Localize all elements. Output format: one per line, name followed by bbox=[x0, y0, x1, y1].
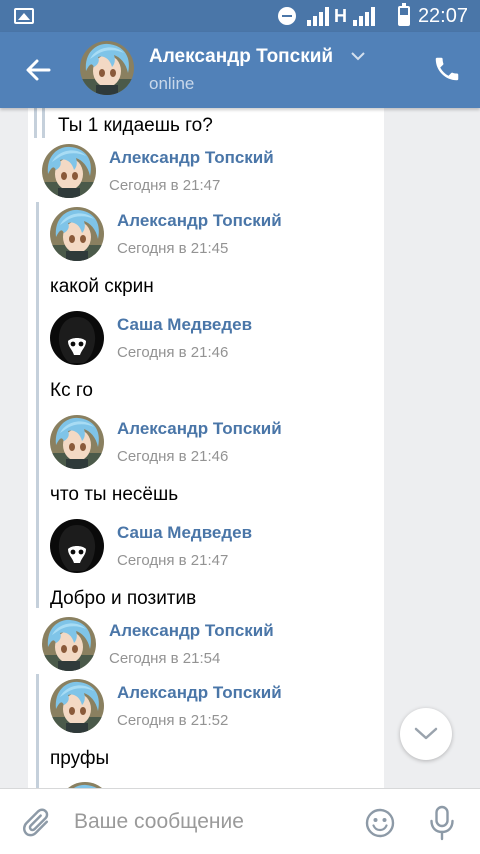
message-text: Добро и позитив bbox=[50, 588, 197, 609]
message-time: Сегодня в 21:46 bbox=[117, 344, 229, 361]
signal-secondary-icon bbox=[353, 7, 375, 26]
sender-name[interactable]: Александр Топский bbox=[117, 211, 282, 231]
status-bar: H 22:07 bbox=[0, 0, 480, 32]
message-time: Сегодня в 21:52 bbox=[117, 712, 229, 729]
network-type-label: H bbox=[334, 6, 347, 26]
battery-icon bbox=[398, 3, 410, 26]
message-time: Сегодня в 21:54 bbox=[109, 650, 221, 667]
microphone-icon[interactable] bbox=[428, 805, 456, 841]
sender-name[interactable]: Саша Медведев bbox=[117, 315, 252, 335]
sender-avatar[interactable] bbox=[50, 415, 104, 469]
status-clock: 22:07 bbox=[417, 5, 468, 27]
composer-bar bbox=[0, 788, 480, 854]
scroll-down-icon bbox=[414, 727, 438, 740]
sender-avatar[interactable] bbox=[50, 311, 104, 365]
quote-bar bbox=[36, 674, 39, 788]
sender-avatar[interactable] bbox=[50, 679, 104, 733]
message-time: Сегодня в 21:46 bbox=[117, 448, 229, 465]
message-input[interactable] bbox=[74, 803, 354, 841]
emoji-icon[interactable] bbox=[364, 807, 396, 839]
quote-bar bbox=[36, 202, 39, 608]
sender-name[interactable]: Александр Топский bbox=[109, 621, 274, 641]
chat-header: Александр Топский online bbox=[0, 32, 480, 108]
phone-icon[interactable] bbox=[432, 54, 462, 84]
back-arrow-icon bbox=[26, 59, 51, 81]
message-time: Сегодня в 21:45 bbox=[117, 240, 229, 257]
sender-avatar[interactable] bbox=[42, 617, 96, 671]
image-notification-icon bbox=[14, 8, 34, 24]
sender-name[interactable]: Александр Топский bbox=[117, 419, 282, 439]
sender-name[interactable]: Александр Топский bbox=[117, 683, 282, 703]
signal-icon bbox=[307, 7, 329, 26]
sender-avatar[interactable] bbox=[42, 144, 96, 198]
chevron-down-icon[interactable] bbox=[350, 50, 366, 62]
contact-name[interactable]: Александр Топский bbox=[149, 46, 333, 68]
message-text: пруфы bbox=[50, 748, 110, 769]
sender-avatar[interactable] bbox=[50, 207, 104, 261]
quote-bar bbox=[34, 108, 37, 138]
do-not-disturb-icon bbox=[278, 7, 296, 25]
sender-name[interactable]: Саша Медведев bbox=[117, 523, 252, 543]
sender-name[interactable]: Александр Топский bbox=[109, 148, 274, 168]
message-text: что ты несёшь bbox=[50, 484, 179, 505]
message-time: Сегодня в 21:47 bbox=[117, 552, 229, 569]
contact-avatar[interactable] bbox=[80, 41, 134, 95]
quote-bar bbox=[42, 108, 45, 138]
message-text: Кс го bbox=[50, 380, 93, 401]
paperclip-icon[interactable] bbox=[22, 807, 52, 839]
message-text: какой скрин bbox=[50, 276, 154, 297]
chat-history[interactable]: Ты 1 кидаешь го? Александр Топский Сегод… bbox=[0, 108, 480, 788]
message-time: Сегодня в 21:47 bbox=[109, 177, 221, 194]
scroll-down-button[interactable] bbox=[400, 708, 452, 760]
sender-avatar[interactable] bbox=[50, 519, 104, 573]
message-text: Ты 1 кидаешь го? bbox=[58, 115, 213, 136]
back-button[interactable] bbox=[20, 54, 56, 86]
contact-status: online bbox=[149, 74, 195, 93]
